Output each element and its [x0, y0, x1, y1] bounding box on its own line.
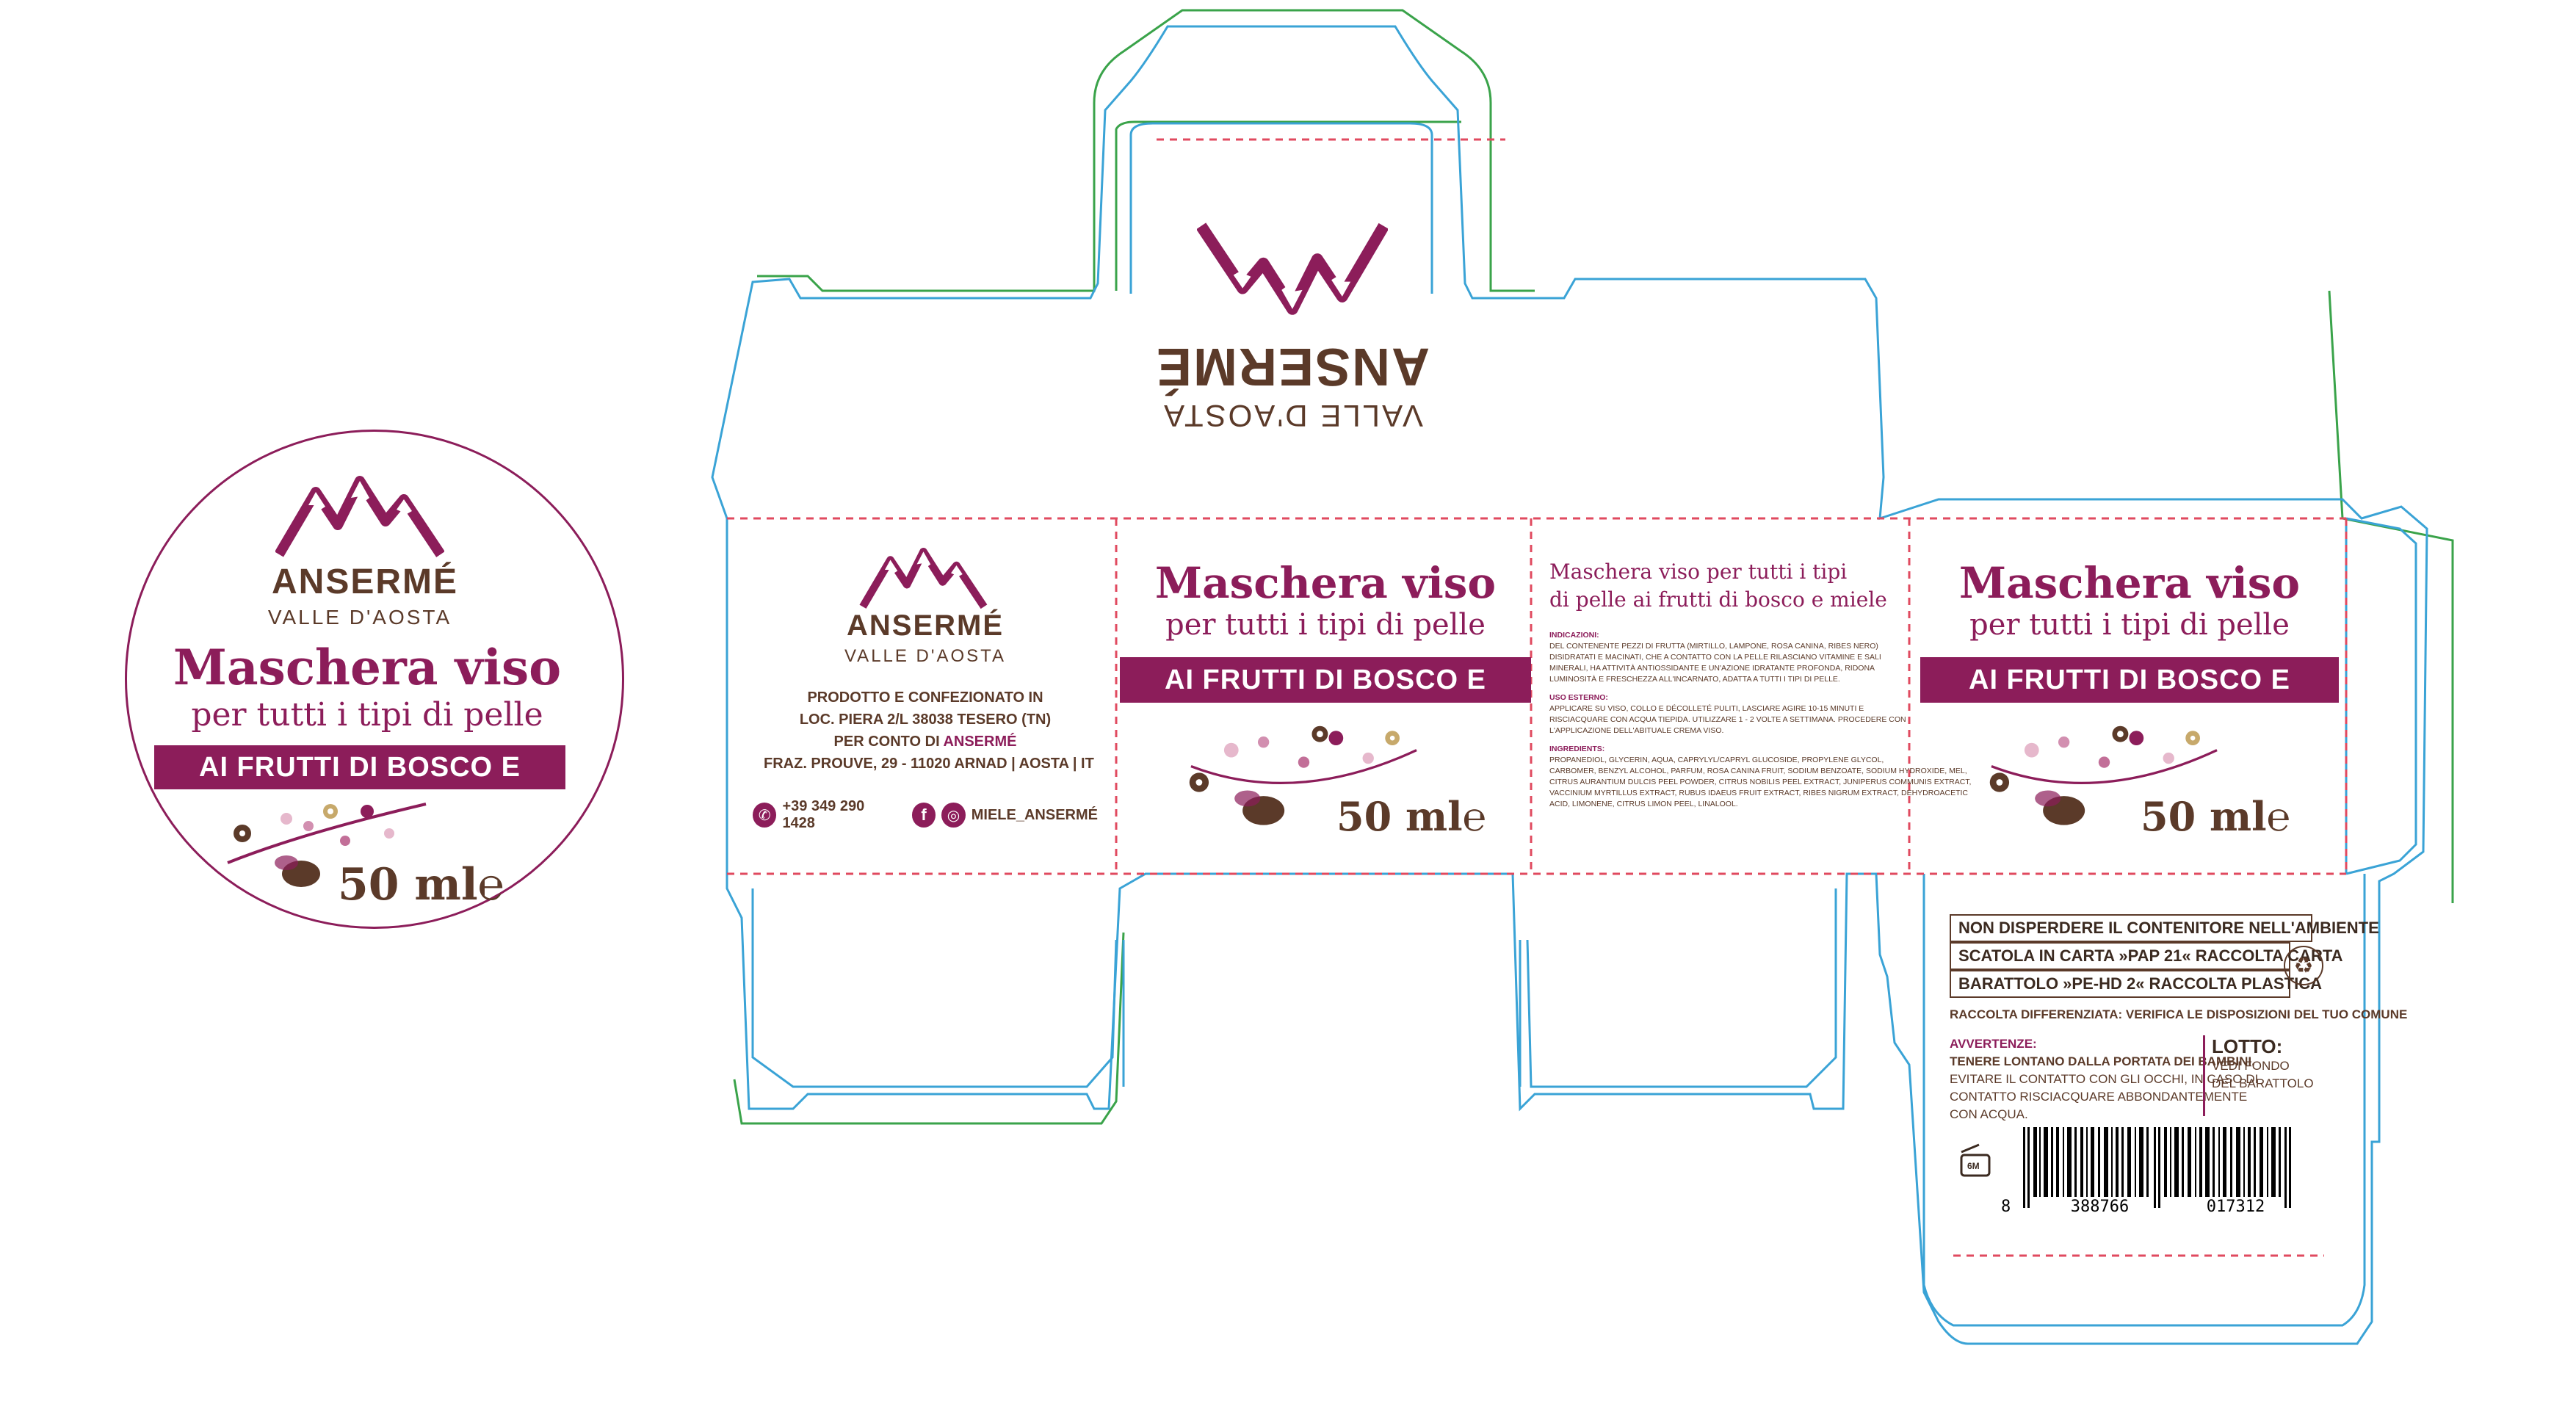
pao-label: 6M — [1967, 1161, 1980, 1171]
raccolta-note: RACCOLTA DIFFERENZIATA: VERIFICA LE DISP… — [1950, 1007, 2408, 1021]
right-front-title: Maschera viso — [1958, 558, 2301, 608]
product-volume: 50 ml℮ — [338, 859, 504, 911]
mountain-logo-icon — [859, 548, 988, 609]
front-title: Maschera viso — [1154, 558, 1497, 608]
open-jar-icon — [1960, 1143, 1991, 1177]
instagram-icon: ◎ — [941, 803, 966, 828]
product-band: AI FRUTTI DI BOSCO E MIELE — [154, 745, 565, 827]
env-notice-2: SCATOLA IN CARTA »PAP 21« RACCOLTA CARTA — [1950, 942, 2343, 970]
product-title: Maschera viso — [173, 639, 562, 696]
product-subtitle: per tutti i tipi di pelle — [191, 696, 543, 734]
barcode: 8 388766 017312 — [2001, 1127, 2317, 1223]
facebook-icon: f — [911, 803, 936, 828]
front-subtitle: per tutti i tipi di pelle — [1165, 608, 1486, 642]
env-notice-3: BARATTOLO »PE-HD 2« RACCOLTA PLASTICA — [1950, 970, 2322, 998]
divider — [2203, 1035, 2205, 1116]
front-band: AI FRUTTI DI BOSCO E MIELE — [1120, 657, 1531, 741]
whatsapp-icon: ✆ — [753, 803, 777, 828]
pao-jar-icon: 6M — [1957, 1142, 1994, 1179]
brand-name: ANSERMÉ — [846, 609, 1005, 642]
brand-subtitle: VALLE D'AOSTA — [1162, 399, 1423, 433]
top-flap-logo: VALLE D'AOSTA ANSERMÉ — [1153, 213, 1432, 433]
brand-subtitle: VALLE D'AOSTA — [267, 606, 452, 629]
barcode-digits: 8 388766 017312 — [2001, 1198, 2265, 1216]
avvertenze: AVVERTENZE: TENERE LONTANO DALLA PORTATA… — [1950, 1037, 2259, 1121]
right-front-subtitle: per tutti i tipi di pelle — [1969, 608, 2290, 642]
lotto: LOTTO: VEDI FONDO DEL BARATTOLO — [2212, 1035, 2314, 1090]
env-notice-1: NON DISPERDERE IL CONTENITORE NELL'AMBIE… — [1950, 914, 2379, 942]
right-front-band: AI FRUTTI DI BOSCO E MIELE — [1920, 657, 2339, 741]
front-volume: 50 ml℮ — [1336, 793, 1487, 840]
mountain-logo-icon — [1197, 222, 1388, 315]
brand-name: ANSERMÉ — [272, 562, 459, 601]
phone-number: +39 349 290 1428 — [782, 798, 865, 831]
barcode-bars — [2023, 1127, 2291, 1208]
info-title: Maschera viso per tutti i tipi di pelle … — [1549, 560, 1887, 612]
contact-row: ✆ +39 349 290 1428 f ◎ MIELE_ANSERMÉ — [753, 798, 1098, 831]
producer-address: PRODOTTO E CONFEZIONATO IN LOC. PIERA 2/… — [764, 689, 1094, 772]
right-front-volume: 50 ml℮ — [2141, 793, 2291, 840]
social-handle: MIELE_ANSERMÉ — [971, 806, 1098, 823]
brand-name: ANSERMÉ — [1154, 337, 1430, 396]
mountain-logo-icon — [275, 476, 444, 557]
recycle-icon: ♻ — [2284, 946, 2323, 985]
info-text: INDICAZIONI: DEL CONTENENTE PEZZI DI FRU… — [1549, 631, 1972, 808]
brand-subtitle: VALLE D'AOSTA — [844, 646, 1007, 666]
